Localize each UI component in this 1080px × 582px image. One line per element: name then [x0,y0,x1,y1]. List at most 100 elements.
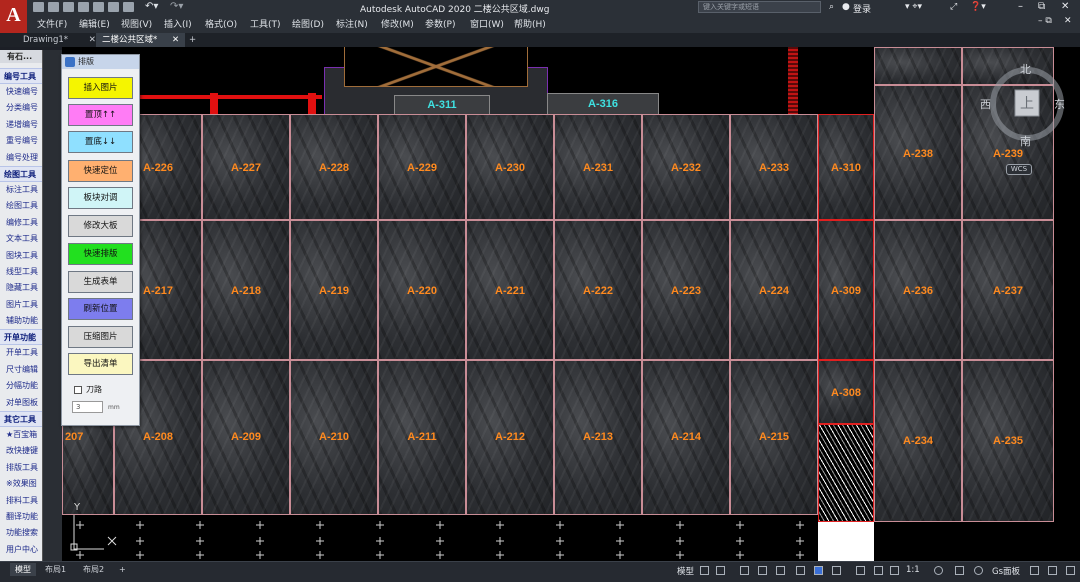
send-to-bottom-button[interactable]: 置底↓↓ [68,131,133,153]
undo-icon[interactable]: ↶▾ [145,1,158,12]
tile[interactable]: A-227 [202,114,290,220]
compress-image-button[interactable]: 压缩图片 [68,326,133,348]
viewcube[interactable]: 上 北 南 东 西 [980,63,1068,148]
save-icon[interactable] [63,2,74,12]
search-icon[interactable]: ⌕ [829,2,834,12]
layout-dialog[interactable]: 排版 插入图片 置顶↑↑ 置底↓↓ 快速定位 板块对调 修改大板 快速排版 生成… [61,54,140,426]
add-layout-button[interactable]: + [114,563,131,576]
palette-item[interactable]: 线型工具 [0,264,42,280]
tab-model[interactable]: 模型 [10,563,36,576]
tile[interactable]: A-213 [554,360,642,515]
menu-view[interactable]: 视图(V) [121,17,152,30]
isolate-icon[interactable] [974,566,983,575]
drawing-canvas[interactable]: A-311 A-316 A-226 A-227 A-228 A-229 A-23… [62,47,1080,561]
tile[interactable]: A-223 [642,220,730,360]
tile[interactable]: A-212 [466,360,554,515]
palette-item[interactable]: 快速编号 [0,84,42,100]
palette-group-numbering[interactable]: 编号工具 [0,68,42,84]
tab-close-icon[interactable]: ✕ [89,35,96,45]
tab-layout2[interactable]: 布局2 [78,563,109,576]
tile[interactable]: A-218 [202,220,290,360]
dialog-title-bar[interactable]: 排版 [62,55,139,69]
palette-item[interactable]: 用户中心 [0,542,42,558]
tab-drawing1[interactable]: Drawing1* ✕ [17,33,102,47]
open-file-icon[interactable] [48,2,59,12]
palette-item[interactable]: 隐藏工具 [0,280,42,296]
palette-item[interactable]: 分类编号 [0,100,42,116]
tile[interactable]: A-209 [202,360,290,515]
menu-tools[interactable]: 工具(T) [250,17,281,30]
palette-group-order[interactable]: 开单功能 [0,329,42,346]
new-tab-button[interactable]: + [183,33,202,47]
tile[interactable]: A-310 [818,114,874,220]
modify-slab-button[interactable]: 修改大板 [68,215,133,237]
gear-icon[interactable] [934,566,943,575]
tab-close-icon[interactable]: ✕ [172,35,179,45]
tab-public-area[interactable]: 二楼公共区域* ✕ [96,33,186,47]
palette-item[interactable]: 改快捷键 [0,443,42,459]
swap-blocks-button[interactable]: 板块对调 [68,187,133,209]
tile[interactable]: A-237 [962,220,1054,360]
palette-item[interactable]: 编修工具 [0,215,42,231]
tile[interactable]: A-235 [962,360,1054,522]
refresh-position-button[interactable]: 刷新位置 [68,298,133,320]
print-icon[interactable] [108,2,119,12]
transparency-icon[interactable] [832,566,841,575]
tile[interactable]: A-233 [730,114,818,220]
plot-icon[interactable] [123,2,134,12]
tab-layout1[interactable]: 布局1 [40,563,71,576]
generate-form-button[interactable]: 生成表单 [68,271,133,293]
tile[interactable]: A-230 [466,114,554,220]
tile[interactable]: A-232 [642,114,730,220]
menu-dimension[interactable]: 标注(N) [336,17,368,30]
palette-group-drawing[interactable]: 绘图工具 [0,165,42,182]
quick-layout-button[interactable]: 快速排版 [68,243,133,265]
model-space-button[interactable]: 模型 [677,565,694,577]
redo-icon[interactable]: ↷▾ [170,1,183,12]
compass-east[interactable]: 东 [1054,96,1065,112]
doc-close-icon[interactable]: ✕ [1064,16,1072,26]
palette-group-other[interactable]: 其它工具 [0,411,42,428]
user-icon[interactable]: ● [842,2,850,12]
tile[interactable]: A-228 [290,114,378,220]
palette-item[interactable]: 重号编号 [0,133,42,149]
wcs-menu-button[interactable]: WCS [1006,164,1032,175]
exchange-icon[interactable]: ⤢ [950,2,957,12]
palette-item[interactable]: 递增编号 [0,117,42,133]
palette-item[interactable]: 分幅功能 [0,378,42,394]
menu-window[interactable]: 窗口(W) [470,17,504,30]
menu-draw[interactable]: 绘图(D) [292,17,324,30]
annotation-scale[interactable]: 1:1 [906,565,920,575]
palette-item[interactable]: 开单工具 [0,345,42,361]
cloud-icon[interactable] [93,2,104,12]
menu-modify[interactable]: 修改(M) [381,17,414,30]
palette-item[interactable]: ★百宝箱 [0,427,42,443]
palette-title[interactable]: 有石... [0,50,42,63]
tile[interactable]: A-238 [874,85,962,220]
compass-south[interactable]: 南 [1020,133,1031,149]
bring-to-top-button[interactable]: 置顶↑↑ [68,104,133,126]
tile[interactable]: A-229 [378,114,466,220]
palette-item[interactable]: 文本工具 [0,231,42,247]
ortho-icon[interactable] [758,566,767,575]
clean-screen-icon[interactable] [1048,566,1057,575]
menu-parametric[interactable]: 参数(P) [425,17,455,30]
workspace-switch[interactable]: Gs面板 [992,565,1020,577]
grid-icon[interactable] [700,566,709,575]
palette-item[interactable]: 标注工具 [0,182,42,198]
palette-item[interactable]: 图片工具 [0,297,42,313]
search-input[interactable]: 键入关键字或短语 [698,1,821,13]
tile[interactable]: A-231 [554,114,642,220]
add-icon[interactable] [955,566,964,575]
palette-item[interactable]: 编号处理 [0,150,42,166]
doc-restore-icon[interactable]: – ⧉ [1038,16,1052,26]
tile[interactable]: A-220 [378,220,466,360]
annotation-icon[interactable] [874,566,883,575]
palette-item[interactable]: 翻译功能 [0,509,42,525]
close-icon[interactable]: ✕ [1061,1,1069,12]
save-as-icon[interactable] [78,2,89,12]
tile[interactable]: A-219 [290,220,378,360]
tile[interactable]: A-224 [730,220,818,360]
restore-icon[interactable]: ⧉ [1038,1,1045,12]
minimize-icon[interactable]: – [1018,1,1023,12]
